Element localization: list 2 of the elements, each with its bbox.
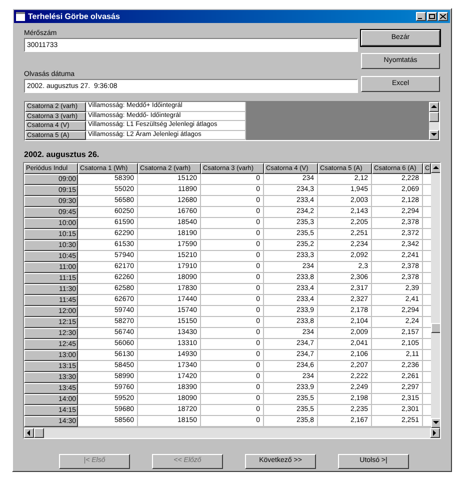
window-title: Terhelési Görbe olvasás: [28, 12, 120, 20]
day-heading: 2002. augusztus 26.: [24, 150, 100, 160]
